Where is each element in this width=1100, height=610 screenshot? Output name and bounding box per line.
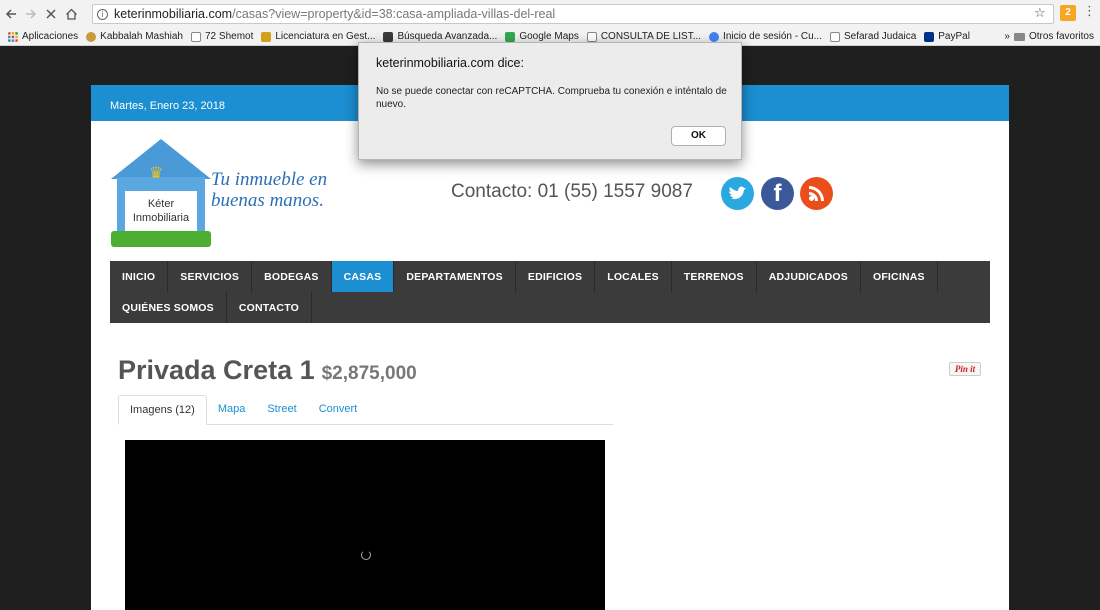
- twitter-icon[interactable]: [721, 177, 754, 210]
- bookmark-star-icon[interactable]: ☆: [1034, 6, 1046, 21]
- rss-icon[interactable]: [800, 177, 833, 210]
- alert-dialog: keterinmobiliaria.com dice: No se puede …: [358, 42, 742, 160]
- tab-street[interactable]: Street: [256, 395, 307, 424]
- ok-button[interactable]: OK: [671, 126, 726, 146]
- bookmark-label: Kabbalah Mashiah: [100, 31, 183, 42]
- bookmark-licenciatura[interactable]: Licenciatura en Gest...: [261, 31, 375, 42]
- site-logo[interactable]: ♛ Kéter Inmobiliaria: [111, 139, 211, 247]
- main-nav: INICIO SERVICIOS BODEGAS CASAS DEPARTAME…: [110, 261, 990, 323]
- browser-toolbar: i keterinmobiliaria.com /casas?view=prop…: [0, 0, 1100, 28]
- bookmark-label: Google Maps: [519, 31, 579, 42]
- address-bar[interactable]: i keterinmobiliaria.com /casas?view=prop…: [92, 4, 1054, 24]
- home-icon: [65, 8, 77, 20]
- arrow-right-icon: [26, 9, 37, 19]
- crown-icon: ♛: [149, 163, 164, 182]
- bookmark-apps[interactable]: Aplicaciones: [8, 31, 78, 42]
- tagline: Tu inmueble en buenas manos.: [211, 169, 327, 211]
- rss-dot: [809, 196, 814, 201]
- logo-line1: Kéter: [147, 198, 175, 210]
- apps-grid-icon: [8, 31, 18, 42]
- site-favicon-icon: [383, 31, 394, 42]
- logo-sign: Kéter Inmobiliaria: [125, 191, 197, 231]
- bookmark-consulta[interactable]: CONSULTA DE LIST...: [586, 31, 702, 42]
- forward-button[interactable]: [22, 5, 40, 23]
- tagline-line1: Tu inmueble en: [211, 169, 328, 190]
- other-bookmarks[interactable]: » Otros favoritos: [1004, 31, 1094, 42]
- nav-bodegas[interactable]: BODEGAS: [252, 261, 332, 292]
- nav-servicios[interactable]: SERVICIOS: [168, 261, 253, 292]
- bookmark-label: Aplicaciones: [22, 31, 79, 42]
- logo-line2: Inmobiliaria: [132, 212, 190, 224]
- star-of-david-icon: [86, 31, 97, 42]
- image-gallery-viewer[interactable]: [125, 440, 605, 610]
- bookmark-label: Sefarad Judaica: [843, 31, 917, 42]
- nav-inicio[interactable]: INICIO: [110, 261, 169, 292]
- page-icon: [829, 31, 840, 42]
- facebook-icon[interactable]: f: [761, 177, 794, 210]
- property-price: $2,875,000: [321, 363, 417, 384]
- bookmark-paypal[interactable]: PayPal: [924, 31, 970, 42]
- nav-contacto[interactable]: CONTACTO: [227, 292, 312, 323]
- nav-locales[interactable]: LOCALES: [595, 261, 672, 292]
- nav-quienes-somos[interactable]: QUIÉNES SOMOS: [110, 292, 227, 323]
- google-icon: [709, 31, 720, 42]
- logo-grass: [111, 231, 211, 247]
- tab-imagens[interactable]: Imagens (12): [118, 395, 207, 425]
- property-content: Privada Creta 1 $2,875,000 Pin it Imagen…: [118, 355, 981, 610]
- nav-adjudicados[interactable]: ADJUDICADOS: [757, 261, 861, 292]
- bookmark-label: CONSULTA DE LIST...: [600, 31, 702, 42]
- page-icon: [586, 31, 597, 42]
- stop-button[interactable]: [42, 5, 60, 23]
- close-icon: [46, 9, 56, 19]
- bookmark-sefarad[interactable]: Sefarad Judaica: [829, 31, 917, 42]
- other-bookmarks-label: Otros favoritos: [1028, 31, 1094, 42]
- folder-icon: [1013, 32, 1025, 41]
- dialog-title: keterinmobiliaria.com dice:: [376, 56, 524, 70]
- bookmark-inicio-sesion[interactable]: Inicio de sesión - Cu...: [709, 31, 822, 42]
- dialog-message: No se puede conectar con reCAPTCHA. Comp…: [376, 86, 727, 110]
- bookmark-busqueda[interactable]: Búsqueda Avanzada...: [383, 31, 497, 42]
- bookmark-label: 72 Shemot: [205, 31, 254, 42]
- website: Martes, Enero 23, 2018 ♛ Kéter Inmobilia…: [91, 85, 1009, 610]
- nav-oficinas[interactable]: OFICINAS: [861, 261, 938, 292]
- property-header: Privada Creta 1 $2,875,000: [118, 355, 978, 386]
- arrow-left-icon: [5, 9, 16, 19]
- extension-icon[interactable]: 2: [1060, 5, 1076, 21]
- tagline-line2: buenas manos.: [211, 190, 324, 211]
- browser-menu-icon[interactable]: ⋮: [1083, 4, 1096, 19]
- contact-phone: Contacto: 01 (55) 1557 9087: [451, 181, 693, 202]
- current-date: Martes, Enero 23, 2018: [110, 100, 225, 112]
- bookmark-label: Inicio de sesión - Cu...: [723, 31, 822, 42]
- paypal-icon: [924, 31, 935, 42]
- bookmark-label: PayPal: [938, 31, 970, 42]
- bookmark-label: Búsqueda Avanzada...: [397, 31, 498, 42]
- url-host: keterinmobiliaria.com: [114, 7, 233, 21]
- bookmark-kabbalah[interactable]: Kabbalah Mashiah: [86, 31, 183, 42]
- back-button[interactable]: [2, 5, 20, 23]
- loading-spinner-icon: [361, 550, 371, 560]
- property-tabs: Imagens (12) Mapa Street Convert: [118, 395, 613, 425]
- bookmark-label: Licenciatura en Gest...: [275, 31, 376, 42]
- maps-icon: [505, 31, 516, 42]
- nav-casas[interactable]: CASAS: [331, 261, 395, 292]
- url-path: /casas?view=property&id=38:casa-ampliada…: [232, 7, 556, 21]
- nav-edificios[interactable]: EDIFICIOS: [516, 261, 596, 292]
- site-favicon-icon: [261, 31, 272, 42]
- more-bookmarks-icon[interactable]: »: [1004, 31, 1010, 42]
- info-icon[interactable]: i: [97, 8, 108, 20]
- nav-departamentos[interactable]: DEPARTAMENTOS: [394, 261, 516, 292]
- tab-convert[interactable]: Convert: [308, 395, 369, 424]
- property-title: Privada Creta 1: [118, 355, 315, 385]
- page-icon: [191, 31, 201, 42]
- nav-terrenos[interactable]: TERRENOS: [672, 261, 757, 292]
- pinterest-pin-button[interactable]: Pin it: [949, 362, 981, 376]
- twitter-bird-icon: [729, 186, 746, 200]
- home-button[interactable]: [62, 5, 80, 23]
- bookmark-72-shemot[interactable]: 72 Shemot: [191, 31, 253, 42]
- bookmark-google-maps[interactable]: Google Maps: [505, 31, 579, 42]
- tab-mapa[interactable]: Mapa: [207, 395, 257, 424]
